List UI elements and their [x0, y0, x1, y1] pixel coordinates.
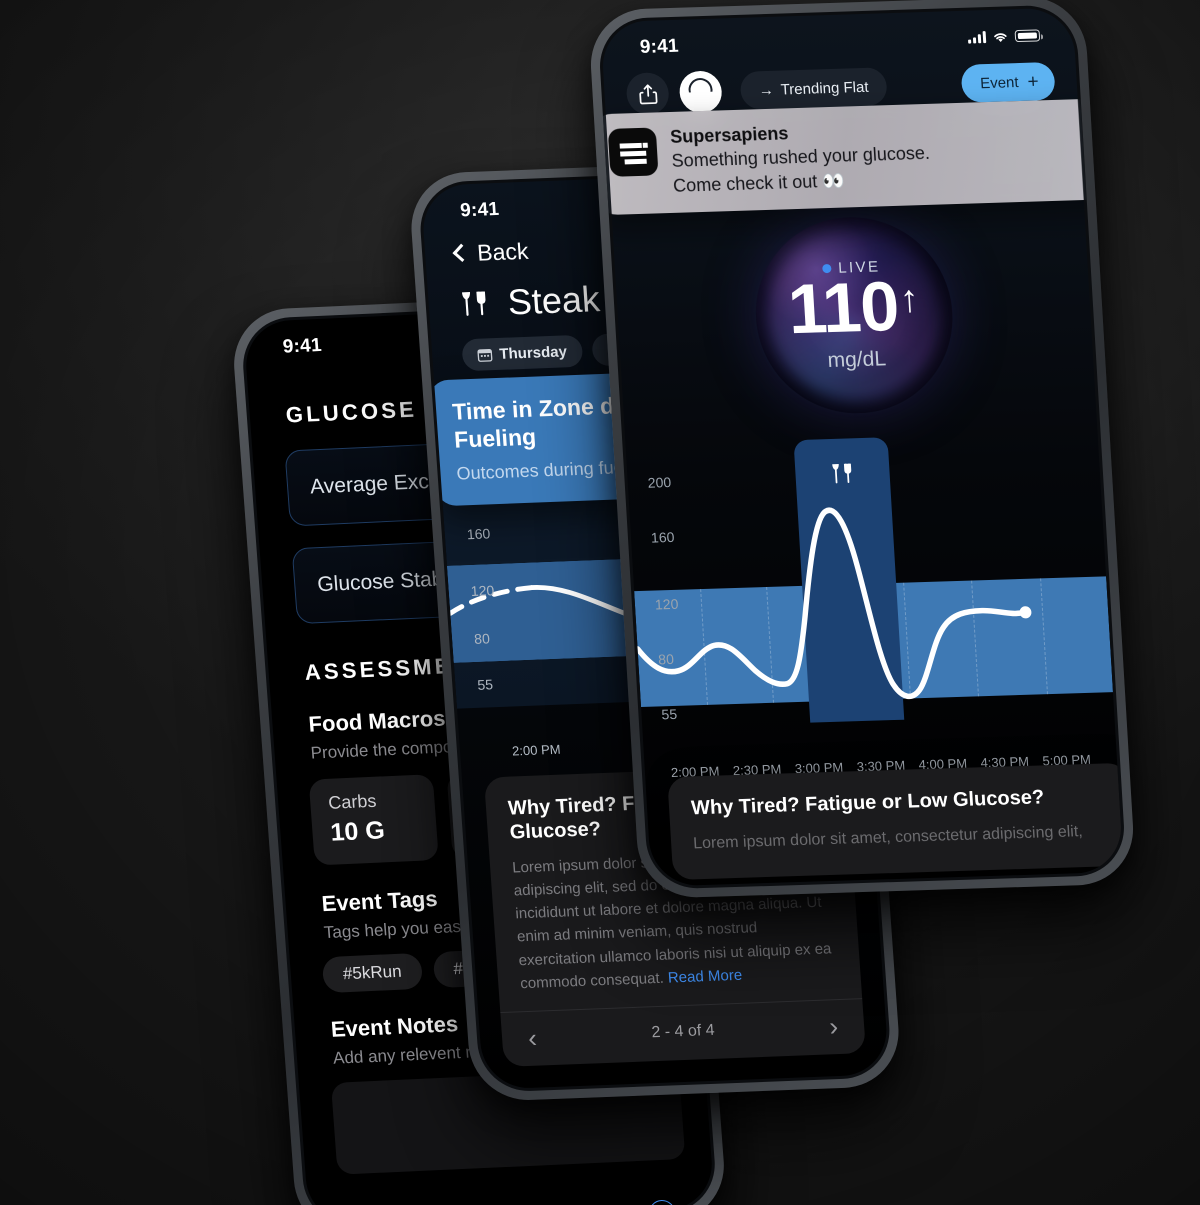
phone-front-bezel: 9:41 → Trending Flat Event + Supersapien…: [597, 4, 1127, 890]
add-event-label: Event: [979, 73, 1020, 92]
share-button[interactable]: [625, 72, 670, 116]
chevron-left-icon: [452, 243, 471, 263]
status-time: 9:41: [282, 334, 323, 358]
article-pager: ‹ 2 - 4 of 4 ›: [500, 998, 867, 1067]
add-event-button[interactable]: Event +: [960, 61, 1056, 103]
y-tick: 160: [650, 529, 675, 546]
y-tick: 55: [660, 705, 678, 722]
info-icon[interactable]: i: [648, 1199, 677, 1205]
y-tick: 120: [654, 595, 679, 613]
y-tick: 120: [470, 581, 495, 599]
glucose-unit: mg/dL: [826, 346, 887, 372]
supersapiens-logo-icon: [607, 127, 659, 177]
screenshot-canvas: 9:41 GLUCOSE SCORE Average Excursion Glu…: [0, 0, 1200, 1205]
current-reading-dot: [1019, 606, 1032, 619]
trend-label: Trending Flat: [780, 78, 869, 99]
calendar-icon: [477, 348, 493, 362]
glucose-value-row: 110 ↑: [785, 266, 921, 348]
live-reading: LIVE 110 ↑ mg/dL: [785, 257, 923, 374]
article-body: Lorem ipsum dolor sit amet, consectetur …: [692, 823, 1084, 853]
macro-key: Carbs: [327, 790, 378, 813]
x-tick: 2:00 PM: [511, 741, 562, 759]
pager-next-button[interactable]: ›: [828, 1011, 839, 1041]
notification-banner[interactable]: Supersapiens Something rushed your gluco…: [600, 97, 1124, 216]
status-icons: [968, 29, 1041, 44]
biosensor-button[interactable]: [678, 70, 723, 114]
chart-plot: 200 160 120 80 55: [625, 425, 1115, 743]
y-tick: 200: [647, 474, 672, 492]
status-time: 9:41: [639, 35, 680, 58]
trend-arrow-icon: →: [758, 81, 775, 99]
share-icon: [638, 83, 657, 104]
pager-prev-button[interactable]: ‹: [527, 1023, 538, 1053]
read-more-link[interactable]: Read More: [667, 967, 742, 987]
glucose-value: 110: [785, 266, 901, 348]
article-title: Why Tired? Fatigue or Low Glucose?: [690, 786, 1045, 820]
phone-front-screen: 9:41 → Trending Flat Event + Supersapien…: [600, 7, 1124, 887]
glucose-line-front: [634, 507, 1032, 700]
macro-value: 10 G: [329, 816, 386, 847]
y-tick: 80: [473, 630, 491, 648]
event-tag[interactable]: #5kRun: [321, 952, 423, 994]
notification-timestamp: now: [1091, 113, 1120, 132]
chip-day[interactable]: Thursday: [461, 334, 583, 372]
wifi-icon: [994, 32, 1007, 42]
y-tick: 55: [476, 676, 494, 694]
y-tick: 160: [466, 525, 491, 543]
status-time: 9:41: [459, 198, 500, 222]
live-glucose-orb[interactable]: LIVE 110 ↑ mg/dL: [612, 203, 1096, 427]
y-tick: 80: [657, 650, 675, 668]
signal-bars-icon: [968, 31, 987, 44]
article-card-front[interactable]: Why Tired? Fatigue or Low Glucose? Lorem…: [667, 762, 1124, 880]
glucose-chart-front[interactable]: 200 160 120 80 55 2:00 PM 2:30 PM 3:00 P…: [625, 425, 1118, 799]
battery-icon: [1014, 29, 1041, 43]
plus-icon: +: [1026, 70, 1040, 93]
macro-card-carbs[interactable]: Carbs 10 G: [308, 774, 439, 866]
chip-label: Thursday: [498, 342, 568, 363]
back-label: Back: [476, 237, 530, 266]
meal-icon: [461, 291, 486, 316]
trend-arrow-up-icon: ↑: [898, 277, 921, 321]
trend-status-pill[interactable]: → Trending Flat: [739, 67, 888, 110]
pager-label: 2 - 4 of 4: [650, 1021, 716, 1042]
notification-body: Supersapiens Something rushed your gluco…: [670, 114, 1082, 197]
phone-front: 9:41 → Trending Flat Event + Supersapien…: [587, 0, 1137, 900]
